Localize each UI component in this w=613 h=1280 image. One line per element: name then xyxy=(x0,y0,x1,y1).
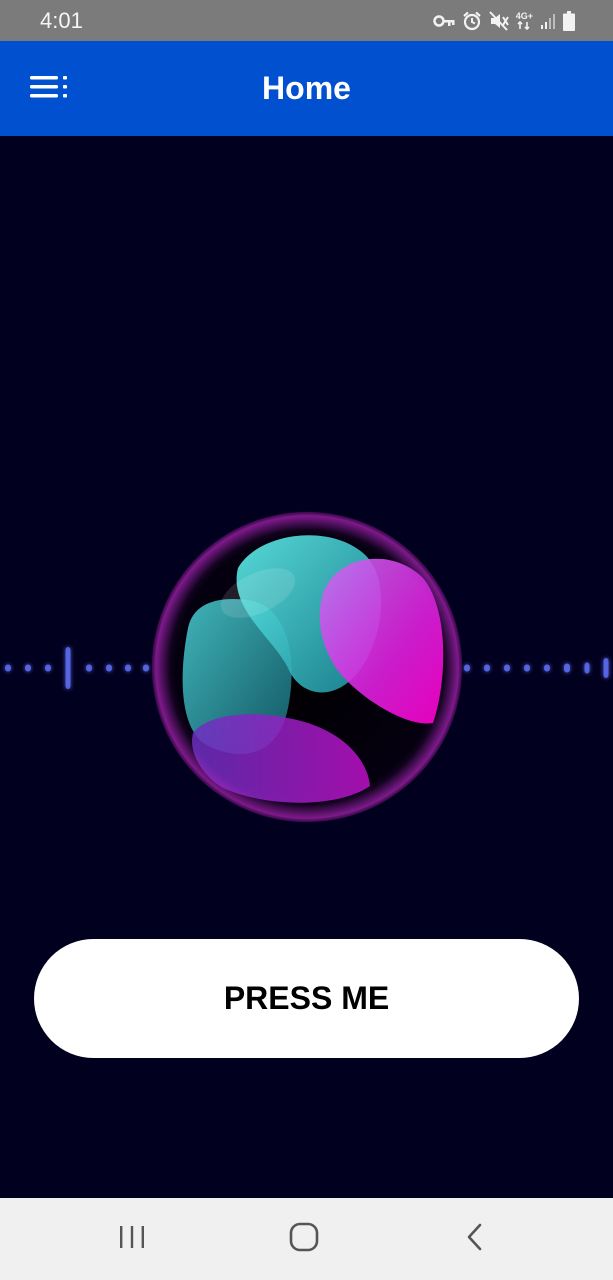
wave-bar xyxy=(45,664,51,672)
press-me-button[interactable]: PRESS ME xyxy=(34,939,579,1058)
wave-bar xyxy=(86,664,92,672)
status-bar: 4:01 4G+ xyxy=(0,0,613,41)
status-time: 4:01 xyxy=(40,8,83,33)
wave-bar xyxy=(524,664,530,672)
home-icon xyxy=(289,1222,319,1257)
voice-visualizer xyxy=(0,440,613,900)
app-bar: Home xyxy=(0,41,613,136)
back-icon xyxy=(465,1223,485,1256)
wave-bar xyxy=(65,647,71,689)
page-title: Home xyxy=(262,70,351,106)
wave-bar xyxy=(106,664,112,672)
voice-orb[interactable] xyxy=(148,508,466,826)
status-icons: 4G+ xyxy=(432,10,575,32)
alarm-icon xyxy=(462,11,482,31)
wave-bar xyxy=(5,664,11,672)
menu-button[interactable] xyxy=(22,65,78,113)
mute-icon xyxy=(489,11,509,31)
navigation-bar xyxy=(0,1198,613,1280)
screen: 4:01 4G+ Home PRESS ME xyxy=(0,0,613,1280)
menu-icon xyxy=(30,75,70,104)
battery-icon xyxy=(563,11,575,31)
recent-apps-icon xyxy=(118,1225,146,1254)
wave-bar xyxy=(484,664,490,672)
home-button[interactable] xyxy=(274,1216,334,1262)
wave-bar xyxy=(564,663,570,673)
wave-bar xyxy=(125,664,131,672)
network-4g-icon: 4G+ xyxy=(516,12,533,30)
back-button[interactable] xyxy=(445,1216,505,1262)
wave-bar xyxy=(25,664,31,672)
vpn-key-icon xyxy=(432,14,455,28)
signal-icon xyxy=(540,12,556,30)
recent-apps-button[interactable] xyxy=(102,1216,162,1262)
wave-bar xyxy=(584,662,590,674)
wave-bar xyxy=(603,658,609,678)
wave-bar xyxy=(504,664,510,672)
network-label: 4G+ xyxy=(515,11,533,21)
wave-bar xyxy=(544,664,550,672)
